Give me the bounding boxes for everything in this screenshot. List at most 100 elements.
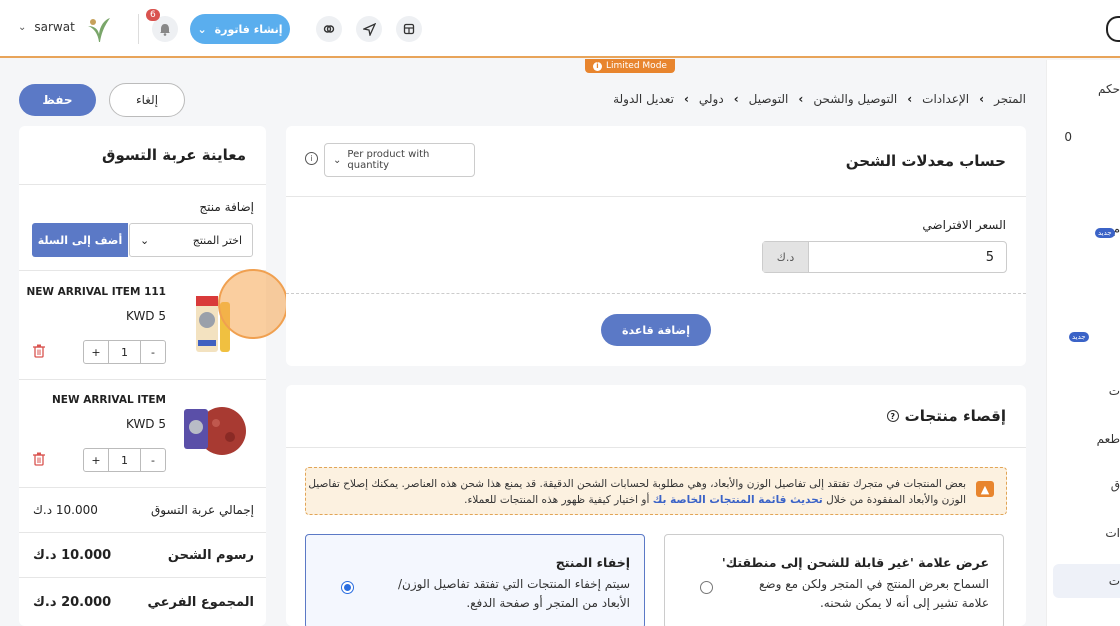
- default-price-label: السعر الافتراضي: [922, 218, 1006, 232]
- exclude-title-row: إقصاء منتجات ?: [886, 407, 1006, 425]
- divider: [138, 14, 139, 44]
- create-invoice-button[interactable]: ⌄ إنشاء فاتورة: [190, 14, 290, 44]
- default-price-input[interactable]: د.ك 5: [762, 241, 1007, 273]
- exclude-products-card: إقصاء منتجات ? ▲ بعض المنتجات في متجرك ت…: [286, 385, 1026, 626]
- new-badge: جديد: [1095, 228, 1115, 238]
- cart-item-price: KWD 5: [126, 417, 166, 431]
- chevron-left-icon: ›: [733, 92, 739, 106]
- exclude-title: إقصاء منتجات: [904, 407, 1006, 425]
- store-icon: [403, 23, 415, 35]
- cart-total-label: إجمالي عربة التسوق: [150, 503, 254, 517]
- divider: [19, 532, 266, 533]
- notification-badge: 6: [146, 9, 160, 21]
- product-select[interactable]: ⌄ اختر المنتج: [129, 223, 253, 257]
- sidebar-item[interactable]: ق: [1111, 478, 1120, 492]
- chevron-down-icon: ⌄: [140, 233, 150, 247]
- cart-total-row: إجمالي عربة التسوق 10.000 د.ك: [33, 503, 254, 517]
- qty-minus-button[interactable]: -: [141, 449, 165, 471]
- cart-item-name: NEW ARRIVAL ITEM: [52, 394, 166, 406]
- warning-text: بعض المنتجات في متجرك تفتقد إلى تفاصيل ا…: [306, 476, 966, 508]
- chevron-left-icon: ›: [683, 92, 689, 106]
- user-name: sarwat: [34, 20, 75, 34]
- add-product-label: إضافة منتج: [199, 200, 254, 214]
- breadcrumb-item[interactable]: الإعدادات: [922, 92, 969, 106]
- notifications-button[interactable]: 6: [146, 9, 178, 42]
- help-icon[interactable]: ?: [886, 410, 899, 422]
- brand-logo: [1106, 16, 1120, 42]
- update-products-link[interactable]: تحديث قائمة المنتجات الخاصة بك: [653, 494, 823, 506]
- sidebar-item[interactable]: ت: [1109, 384, 1120, 398]
- rate-method-value: Per product with quantity: [347, 149, 430, 171]
- info-icon: i: [593, 61, 602, 71]
- warning-message-tail: أو اختيار كيفية ظهور هذه المنتجات للعملا…: [464, 494, 650, 506]
- info-icon[interactable]: i: [305, 152, 318, 165]
- currency-addon: د.ك: [763, 242, 809, 272]
- option-radio[interactable]: [700, 581, 713, 594]
- chevron-left-icon: ›: [798, 92, 804, 106]
- chevron-left-icon: ›: [907, 92, 913, 106]
- product-select-value: اختر المنتج: [192, 233, 242, 247]
- top-bar: ⌄ sarwat 6 ⌄ إنشاء فاتورة: [0, 0, 1120, 58]
- trash-icon[interactable]: [33, 344, 45, 358]
- option-description: السماح بعرض المنتج في المتجر ولكن مع وضع…: [759, 577, 989, 610]
- create-invoice-label: إنشاء فاتورة: [214, 22, 283, 36]
- new-badge: جديد: [1069, 332, 1089, 342]
- breadcrumb: المتجر › الإعدادات › التوصيل والشحن › ال…: [613, 92, 1026, 106]
- bell-icon: [160, 23, 170, 36]
- user-menu[interactable]: ⌄ sarwat: [18, 20, 75, 34]
- subtotal-value: 20.000 د.ك: [33, 595, 112, 610]
- sidebar-count: 0: [1064, 130, 1072, 144]
- click-indicator: [218, 269, 288, 339]
- chevron-down-icon: ⌄: [18, 21, 27, 33]
- cancel-button[interactable]: إلغاء: [109, 83, 185, 117]
- warning-banner: ▲ بعض المنتجات في متجرك تفتقد إلى تفاصيل…: [305, 467, 1007, 515]
- breadcrumb-item[interactable]: التوصيل والشحن: [813, 92, 897, 106]
- sidebar: حكم 0 م جديد جديد ت طعم ق ات ت: [1046, 60, 1120, 626]
- breadcrumb-item[interactable]: التوصيل: [749, 92, 789, 106]
- qty-plus-button[interactable]: +: [84, 341, 108, 363]
- chevron-down-icon: ⌄: [333, 154, 342, 166]
- divider: [19, 577, 266, 578]
- qty-value[interactable]: 1: [107, 449, 142, 471]
- divider: [19, 270, 266, 271]
- option-title: إخفاء المنتج: [555, 555, 630, 570]
- subtotal-row: المجموع الفرعي 20.000 د.ك: [33, 595, 254, 610]
- link-button[interactable]: [316, 16, 342, 42]
- cart-item-price: KWD 5: [126, 309, 166, 323]
- send-button[interactable]: [356, 16, 382, 42]
- quantity-stepper: + 1 -: [83, 448, 166, 472]
- subtotal-label: المجموع الفرعي: [147, 595, 254, 610]
- option-radio-selected[interactable]: [341, 581, 354, 594]
- cart-title: معاينة عربة التسوق: [102, 146, 246, 164]
- option-show-label[interactable]: عرض علامة 'غير قابلة للشحن إلى منطقتك' ا…: [664, 534, 1004, 626]
- save-button[interactable]: حفظ: [19, 84, 96, 116]
- sidebar-item[interactable]: ت: [1109, 574, 1120, 588]
- chevron-down-icon: ⌄: [197, 22, 207, 36]
- option-hide-product[interactable]: إخفاء المنتج سيتم إخفاء المنتجات التي تف…: [305, 534, 645, 626]
- store-button[interactable]: [396, 16, 422, 42]
- sidebar-item[interactable]: ات: [1105, 526, 1120, 540]
- qty-plus-button[interactable]: +: [84, 449, 108, 471]
- rate-method-select[interactable]: ⌄ Per product with quantity: [324, 143, 475, 177]
- rates-title: حساب معدلات الشحن: [845, 152, 1006, 170]
- qty-value[interactable]: 1: [107, 341, 142, 363]
- warning-icon: ▲: [976, 481, 994, 497]
- store-logo: [88, 18, 110, 42]
- breadcrumb-item[interactable]: المتجر: [994, 92, 1026, 106]
- cart-item-name: NEW ARRIVAL ITEM 111: [26, 286, 166, 298]
- shipping-fee-value: 10.000 د.ك: [33, 548, 112, 563]
- trash-icon[interactable]: [33, 452, 45, 466]
- sidebar-item[interactable]: حكم: [1098, 82, 1120, 96]
- add-rule-button[interactable]: إضافة قاعدة: [601, 314, 711, 346]
- default-price-value[interactable]: 5: [809, 250, 1006, 265]
- limited-mode-label: Limited Mode: [606, 61, 667, 71]
- breadcrumb-item[interactable]: دولي: [699, 92, 724, 106]
- product-image: [184, 407, 246, 455]
- chevron-left-icon: ›: [979, 92, 985, 106]
- add-to-cart-button[interactable]: أضف إلى السلة: [32, 223, 128, 257]
- qty-minus-button[interactable]: -: [141, 341, 165, 363]
- option-description: سيتم إخفاء المنتجات التي تفتقد تفاصيل ال…: [398, 577, 630, 610]
- sidebar-item[interactable]: طعم: [1097, 432, 1120, 446]
- divider: [19, 379, 266, 380]
- shipping-rates-card: حساب معدلات الشحن i ⌄ Per product with q…: [286, 126, 1026, 366]
